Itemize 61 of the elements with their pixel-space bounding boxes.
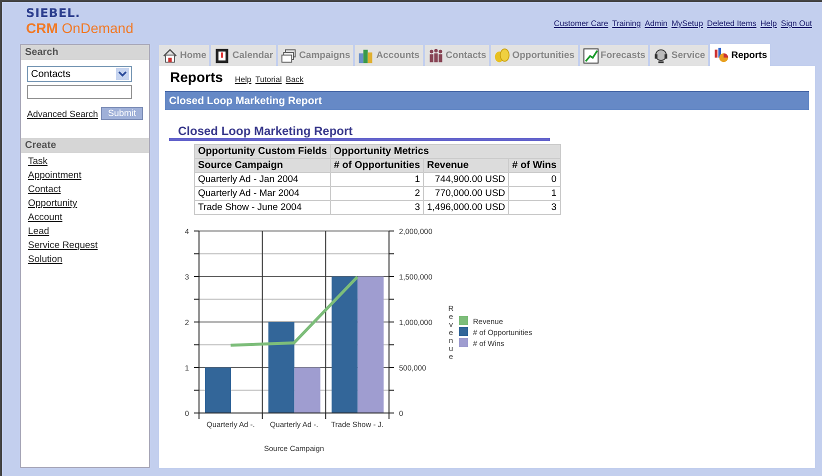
- object-dropdown[interactable]: Contacts: [27, 66, 132, 82]
- header-link[interactable]: Customer Care: [554, 19, 608, 28]
- trend-chart-icon: [582, 48, 599, 64]
- legend-swatch: [459, 327, 468, 336]
- create-link[interactable]: Opportunity: [28, 197, 149, 210]
- bar: [205, 368, 231, 413]
- page-link[interactable]: Back: [286, 75, 304, 84]
- table-cell: 2: [330, 186, 424, 200]
- calendar-icon: [214, 48, 230, 64]
- table-cell: 3: [508, 200, 560, 214]
- table-cell: 1: [508, 186, 560, 200]
- header-link[interactable]: MySetup: [671, 19, 704, 28]
- header-link[interactable]: Training: [612, 19, 641, 28]
- legend-swatch: [459, 316, 468, 325]
- table-cell: 744,900.00 USD: [424, 172, 509, 186]
- header-link[interactable]: Sign Out: [780, 19, 812, 28]
- create-link[interactable]: Appointment: [28, 169, 149, 182]
- create-link[interactable]: Lead: [28, 225, 149, 238]
- stacked-cards-icon: [281, 48, 298, 64]
- column-group-header: Opportunity Custom Fields: [194, 144, 330, 158]
- table-cell: 1: [330, 172, 424, 186]
- table-cell: 0: [508, 172, 560, 186]
- column-header: # of Opportunities: [330, 158, 424, 172]
- report-chart-icon: [713, 47, 730, 63]
- create-link[interactable]: Service Request: [28, 239, 149, 252]
- brand-logo: SIEBEL.: [26, 7, 82, 20]
- coins-icon: [494, 48, 510, 64]
- table-cell: Quarterly Ad - Mar 2004: [194, 186, 330, 200]
- column-header: # of Wins: [508, 158, 560, 172]
- header-link[interactable]: Deleted Items: [707, 19, 756, 28]
- legend-swatch: [459, 338, 468, 347]
- header-link[interactable]: Admin: [644, 19, 668, 28]
- table-cell: Trade Show - June 2004: [194, 200, 330, 214]
- page-link[interactable]: Help: [234, 75, 252, 84]
- nav-tab[interactable]: Reports: [710, 44, 770, 66]
- search-field[interactable]: [27, 85, 132, 99]
- house-icon: [162, 48, 178, 64]
- panel-heading: Search: [21, 45, 149, 60]
- product-name: CRM OnDemand: [26, 20, 134, 36]
- table-cell: Quarterly Ad - Jan 2004: [194, 172, 330, 186]
- headset-icon: [653, 48, 670, 64]
- header-link[interactable]: Help: [760, 19, 777, 28]
- people-icon: [428, 48, 444, 64]
- create-link[interactable]: Solution: [28, 253, 149, 266]
- create-link[interactable]: Contact: [28, 183, 149, 196]
- report-banner: Closed Loop Marketing Report: [165, 91, 809, 110]
- panel-heading: Create: [21, 138, 149, 153]
- create-link[interactable]: Task: [28, 155, 149, 168]
- dropdown-arrow-icon[interactable]: [116, 68, 129, 80]
- report-title: Closed Loop Marketing Report: [169, 124, 550, 141]
- table-cell: 770,000.00 USD: [424, 186, 509, 200]
- table-cell: 1,496,000.00 USD: [424, 200, 509, 214]
- create-link[interactable]: Account: [28, 211, 149, 224]
- column-header: Source Campaign: [194, 158, 330, 172]
- column-header: Revenue: [424, 158, 509, 172]
- column-group-header: Opportunity Metrics: [330, 144, 560, 158]
- buildings-icon: [358, 48, 374, 64]
- advanced-search-link[interactable]: Advanced Search: [27, 108, 98, 118]
- page-link[interactable]: Tutorial: [255, 75, 282, 84]
- page-title: Reports: [170, 69, 223, 85]
- table-cell: 3: [330, 200, 424, 214]
